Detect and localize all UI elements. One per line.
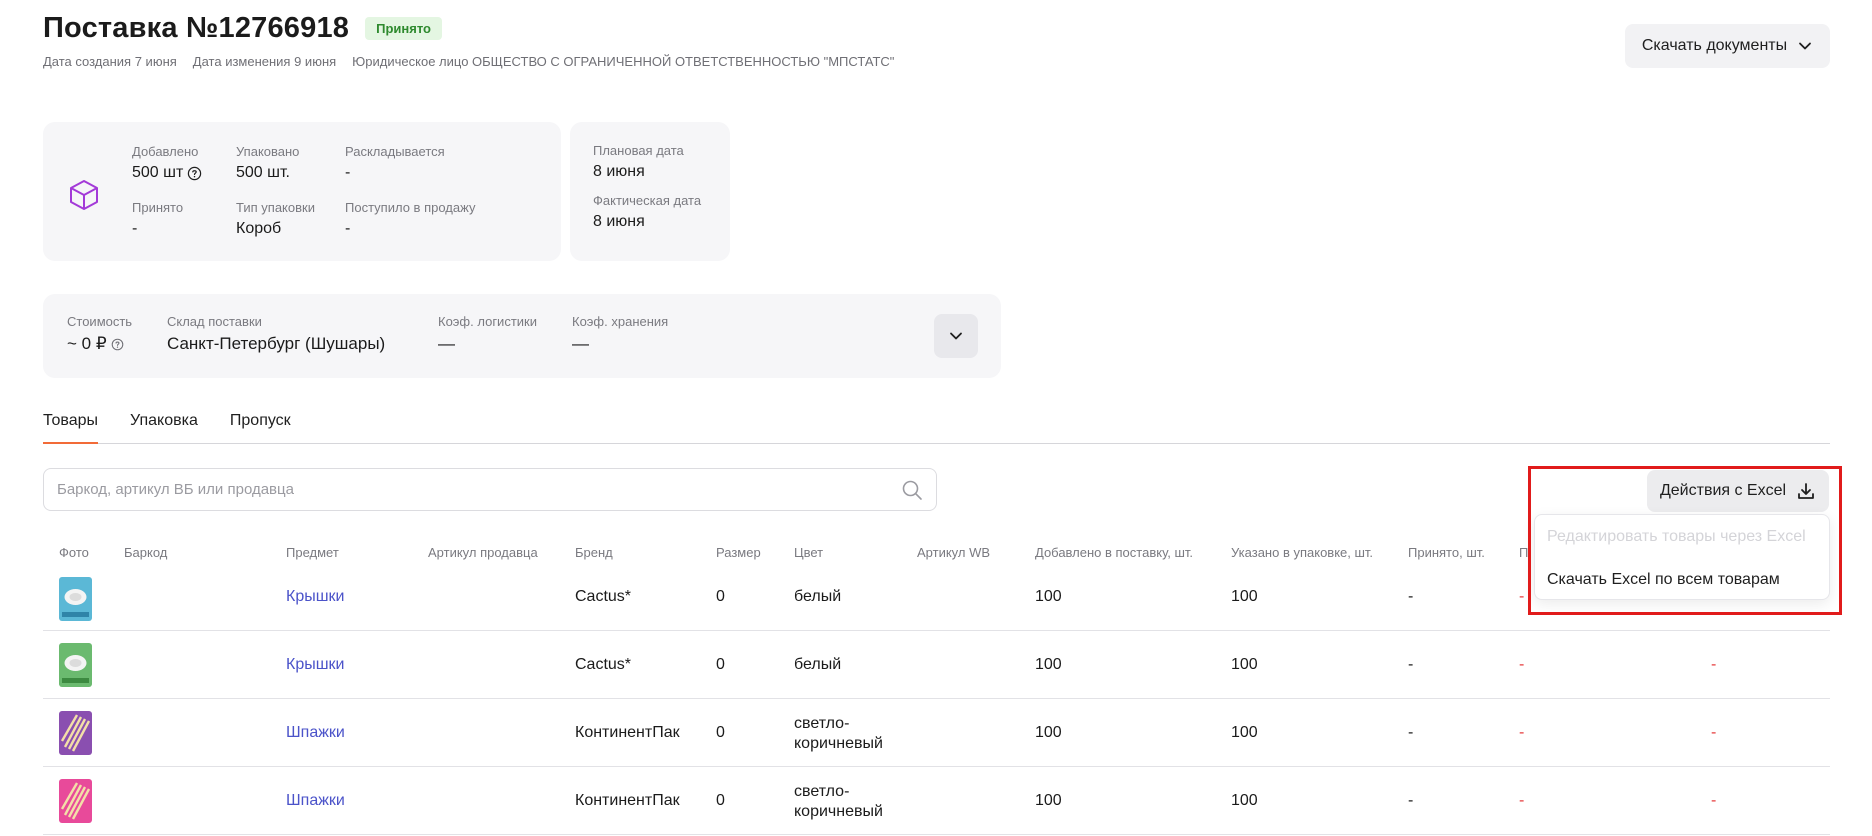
chevron-down-icon (950, 332, 962, 340)
help-icon[interactable] (187, 166, 202, 181)
summary-card: Добавлено 500 шт Упаковано 500 шт. Раскл… (43, 122, 561, 261)
supply-meta: Дата создания 7 июня Дата изменения 9 ию… (43, 54, 894, 69)
col-size: Размер (716, 545, 761, 560)
chevron-down-icon (1799, 42, 1812, 50)
storage-coef-field: Коэф. хранения — (572, 314, 669, 353)
tab-goods[interactable]: Товары (43, 412, 99, 444)
col-photo: Фото (59, 545, 89, 560)
subject-link[interactable]: Крышки (286, 656, 345, 674)
modified-date: Дата изменения 9 июня (192, 54, 337, 69)
search-placeholder: Баркод, артикул ВБ или продавца (57, 481, 294, 498)
search-input[interactable]: Баркод, артикул ВБ или продавца (43, 468, 937, 511)
help-icon[interactable] (111, 338, 124, 351)
planned-date-field: Плановая дата 8 июня (593, 143, 684, 180)
status-badge: Принято (365, 17, 442, 40)
logistics-coef-field: Коэф. логистики — (438, 314, 537, 353)
product-thumbnail[interactable] (59, 643, 92, 687)
product-thumbnail[interactable] (59, 577, 92, 621)
actual-date-field: Фактическая дата 8 июня (593, 193, 702, 230)
product-thumbnail[interactable] (59, 779, 92, 823)
tab-packaging[interactable]: Упаковка (130, 412, 198, 443)
warehouse-field: Склад поставки Санкт-Петербург (Шушары) (167, 314, 386, 353)
col-barcode: Баркод (124, 545, 168, 560)
on-sale-field: Поступило в продажу - (345, 200, 476, 237)
tab-pass[interactable]: Пропуск (230, 412, 291, 443)
pack-type-field: Тип упаковки Короб (236, 200, 315, 237)
product-thumbnail[interactable] (59, 711, 92, 755)
col-in-pack: Указано в упаковке, шт. (1231, 545, 1374, 560)
search-icon[interactable] (901, 479, 923, 501)
accepted-field: Принято - (132, 200, 184, 237)
cost-value: ~ 0 ₽ (67, 334, 107, 353)
col-color: Цвет (794, 545, 824, 560)
subject-link[interactable]: Шпажки (286, 792, 345, 810)
col-seller-article: Артикул продавца (428, 545, 538, 560)
page-title: Поставка №12766918 (43, 12, 350, 44)
download-documents-label: Скачать документы (1641, 37, 1788, 54)
col-accepted: Принято, шт. (1408, 545, 1485, 560)
table-row: Крышки Cactus* 0 белый 100 100 - - - (43, 631, 1830, 699)
box-icon (70, 180, 98, 210)
table-header: Фото Баркод Предмет Артикул продавца Бре… (0, 545, 1872, 563)
tabs: Товары Упаковка Пропуск (43, 412, 1830, 444)
subject-link[interactable]: Крышки (286, 588, 345, 606)
col-subject: Предмет (286, 545, 339, 560)
costs-card: Стоимость ~ 0 ₽ Склад поставки Санкт-Пет… (43, 294, 1001, 378)
dates-card: Плановая дата 8 июня Фактическая дата 8 … (570, 122, 730, 261)
table-row: Шпажки КонтинентПак 0 светло-коричневый … (43, 767, 1830, 835)
table-row: Шпажки КонтинентПак 0 светло-коричневый … (43, 699, 1830, 767)
col-added: Добавлено в поставку, шт. (1035, 545, 1194, 560)
header: Поставка №12766918 Принято (43, 12, 442, 45)
sorting-field: Раскладывается - (345, 144, 445, 181)
table-row: Крышки Cactus* 0 белый 100 100 - - (43, 563, 1830, 631)
subject-link[interactable]: Шпажки (286, 724, 345, 742)
created-date: Дата создания 7 июня (43, 54, 177, 69)
expand-button[interactable] (934, 314, 978, 358)
col-wb-article: Артикул WB (917, 545, 991, 560)
legal-entity: Юридическое лицо ОБЩЕСТВО С ОГРАНИЧЕННОЙ… (352, 54, 895, 69)
cost-field: Стоимость ~ 0 ₽ (67, 314, 133, 353)
packed-field: Упаковано 500 шт. (236, 144, 300, 181)
col-extra: П (1519, 545, 1529, 560)
added-field: Добавлено 500 шт (132, 144, 202, 182)
download-documents-button[interactable]: Скачать документы (1625, 24, 1830, 68)
col-brand: Бренд (575, 545, 613, 560)
added-value: 500 шт (132, 164, 184, 181)
